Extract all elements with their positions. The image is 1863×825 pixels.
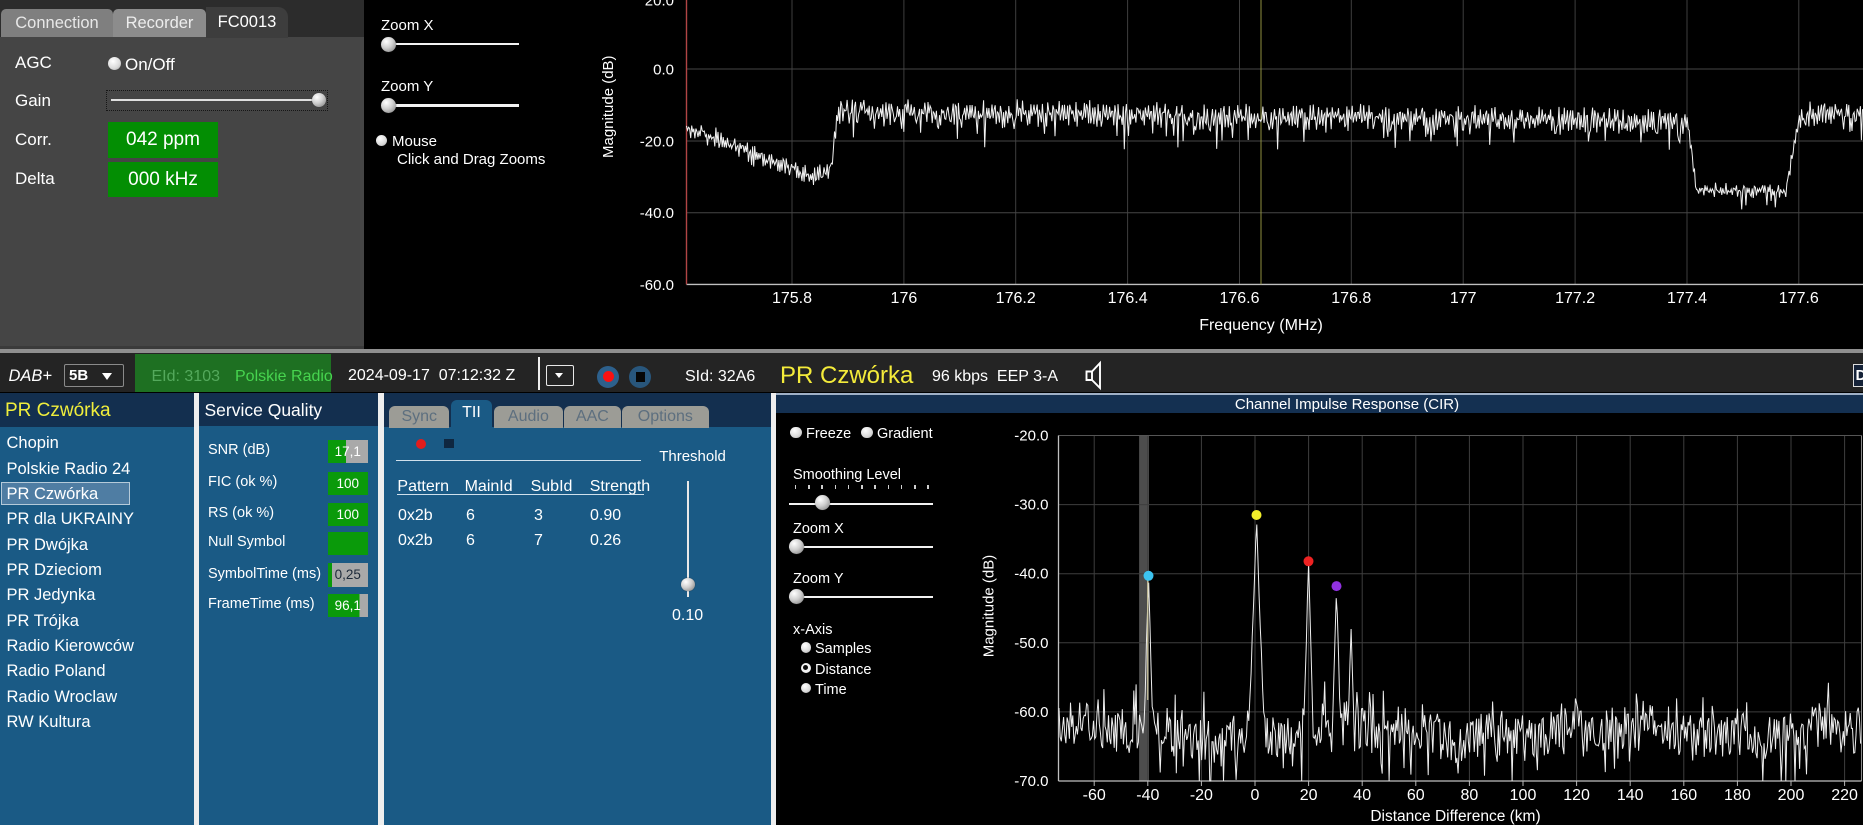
svg-text:176.2: 176.2 xyxy=(996,290,1036,307)
svg-text:120: 120 xyxy=(1563,787,1590,804)
svg-text:20.0: 20.0 xyxy=(645,0,674,10)
svg-text:176: 176 xyxy=(891,290,918,307)
svg-text:-40: -40 xyxy=(1136,787,1159,804)
svg-text:177.6: 177.6 xyxy=(1779,290,1819,307)
svg-text:176.4: 176.4 xyxy=(1108,290,1148,307)
svg-text:0.0: 0.0 xyxy=(653,62,674,79)
svg-text:Frequency (MHz): Frequency (MHz) xyxy=(1199,317,1323,334)
svg-text:220: 220 xyxy=(1831,787,1858,804)
svg-text:80: 80 xyxy=(1460,787,1478,804)
svg-text:20: 20 xyxy=(1299,787,1317,804)
svg-text:-20.0: -20.0 xyxy=(640,134,674,151)
svg-text:-50.0: -50.0 xyxy=(1014,635,1048,652)
svg-text:140: 140 xyxy=(1616,787,1643,804)
svg-text:Distance Difference (km): Distance Difference (km) xyxy=(1370,808,1540,825)
svg-text:60: 60 xyxy=(1406,787,1424,804)
svg-text:177: 177 xyxy=(1450,290,1477,307)
svg-text:-30.0: -30.0 xyxy=(1014,497,1048,514)
svg-text:-40.0: -40.0 xyxy=(1014,566,1048,583)
svg-text:40: 40 xyxy=(1353,787,1371,804)
svg-text:-60: -60 xyxy=(1082,787,1105,804)
svg-text:0: 0 xyxy=(1250,787,1259,804)
svg-text:Magnitude (dB): Magnitude (dB) xyxy=(980,555,997,658)
svg-text:100: 100 xyxy=(1509,787,1536,804)
svg-text:-40.0: -40.0 xyxy=(640,205,674,222)
svg-text:200: 200 xyxy=(1777,787,1804,804)
svg-text:-70.0: -70.0 xyxy=(1014,773,1048,790)
svg-text:-20.0: -20.0 xyxy=(1014,428,1048,445)
svg-text:-60.0: -60.0 xyxy=(1014,704,1048,721)
svg-text:177.4: 177.4 xyxy=(1667,290,1707,307)
svg-text:-20: -20 xyxy=(1189,787,1212,804)
svg-text:175.8: 175.8 xyxy=(772,290,812,307)
svg-text:180: 180 xyxy=(1724,787,1751,804)
svg-text:160: 160 xyxy=(1670,787,1697,804)
svg-text:177.2: 177.2 xyxy=(1555,290,1595,307)
svg-text:176.6: 176.6 xyxy=(1219,290,1259,307)
svg-text:-60.0: -60.0 xyxy=(640,277,674,294)
svg-text:176.8: 176.8 xyxy=(1331,290,1371,307)
